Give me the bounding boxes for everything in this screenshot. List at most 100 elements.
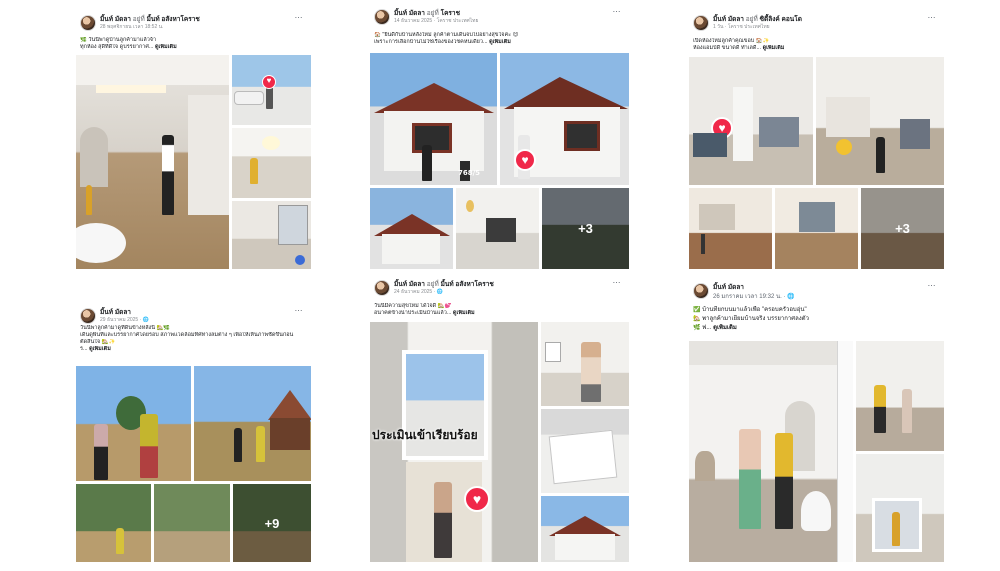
post-header: มิ้นท์ มัดลา อยู่ที่ โคราช 14 ธันวาคม 20… xyxy=(370,5,629,31)
photo-thumb[interactable] xyxy=(370,188,453,269)
photo-thumb[interactable] xyxy=(541,322,629,406)
place-name[interactable]: มิ้นท์ อสังหาโคราช xyxy=(147,16,200,23)
photo-main[interactable] xyxy=(76,366,191,481)
see-more-link[interactable]: ดูเพิ่มเติม xyxy=(713,325,737,331)
more-options-icon[interactable]: ⋯ xyxy=(613,278,622,287)
post-text-line: เปิดห้องใหม่ลูกค้าคุณขอบ 🏠✨ xyxy=(693,38,770,44)
see-more-link[interactable]: ดูเพิ่มเติม xyxy=(763,45,785,51)
photo-thumb[interactable] xyxy=(856,341,944,451)
heart-icon: ♥ xyxy=(514,149,536,171)
more-photos-overlay[interactable]: +3 xyxy=(861,188,944,269)
photo-main[interactable] xyxy=(76,55,229,269)
person-figure xyxy=(876,137,885,173)
post-text-line: อนาคตข้างน่าประเมินบ้านแล้ว... ดูเพิ่มเต… xyxy=(374,310,475,316)
photo-thumb[interactable] xyxy=(816,57,944,185)
person-figure xyxy=(234,428,242,462)
more-photos-overlay[interactable]: +9 xyxy=(233,484,311,562)
person-figure xyxy=(874,385,886,433)
photo-main[interactable]: ♥ xyxy=(689,57,813,185)
post-text-line: ร... ดูเพิ่มเติม xyxy=(80,346,111,352)
post-text-line: เดินดูพื้นที่และบรรยากาศโดยรอบ สภาพแวดล้… xyxy=(80,332,294,338)
at-word: อยู่ที่ xyxy=(426,10,439,17)
post-text-line: ห้องแอมบ์ดี ขนาดดี ทำเลดี... ดูเพิ่มเติม xyxy=(693,45,785,51)
post-text-line: 🏠 "ยินดีกับบ้านหลังใหม่ ลูกค้าตามเดินจบไ… xyxy=(374,32,519,38)
post-card-4: มิ้นท์ มัดลา 29 ธันวาคม 2025 · 🌐 ⋯ วันนี… xyxy=(76,304,311,562)
see-more-link[interactable]: ดูเพิ่มเติม xyxy=(89,346,111,352)
photo-main[interactable]: ♥ ประเมินเข้าเรียบร้อย xyxy=(370,322,538,562)
place-name[interactable]: ซิตี้ลิงค์ คอนโด xyxy=(760,16,802,23)
more-options-icon[interactable]: ⋯ xyxy=(928,13,937,22)
post-text-line: ทุกห้อง สุดีที่ดีใจ ดูบรรยากาศ... ดูเพิ่… xyxy=(80,44,177,50)
post-header: มิ้นท์ มัดลา อยู่ที่ มิ้นท์ อสังหาโคราช … xyxy=(76,11,311,37)
more-options-icon[interactable]: ⋯ xyxy=(613,7,622,16)
more-options-icon[interactable]: ⋯ xyxy=(928,281,937,290)
photo-main[interactable] xyxy=(689,341,853,562)
person-figure xyxy=(581,342,601,402)
post-date[interactable]: 14 ธันวาคม 2025 · โคราช ประเทศไทย xyxy=(394,17,478,25)
photo-main[interactable]: 768/5 xyxy=(370,53,497,185)
author-name[interactable]: มิ้นท์ มัดลา xyxy=(713,284,744,291)
post-card-3: มิ้นท์ มัดลา อยู่ที่ ซิตี้ลิงค์ คอนโด 1 … xyxy=(689,11,944,269)
author-name[interactable]: มิ้นท์ มัดลา xyxy=(394,281,425,288)
person-figure xyxy=(140,414,158,478)
post-text: วันนี้พาลูกค้ามาดูที่ดินข้างหลังนี้ 🏡🌿 เ… xyxy=(80,325,305,353)
person-figure xyxy=(902,389,912,433)
place-name[interactable]: โคราช xyxy=(441,10,460,17)
post-text: 🌿 วันนี้พาดูบ้านลูกค้ามาแล้วจ้า ทุกห้อง … xyxy=(80,37,305,51)
place-name[interactable]: มิ้นท์ อสังหาโคราช xyxy=(441,281,494,288)
photo-thumb[interactable] xyxy=(775,188,858,269)
avatar[interactable] xyxy=(693,283,709,299)
post-text-line: วันนี้พาลูกค้ามาดูที่ดินข้างหลังนี้ 🏡🌿 xyxy=(80,325,171,331)
post-date[interactable]: 1 วัน · โคราช ประเทศไทย xyxy=(713,23,770,31)
photo-thumb[interactable]: +3 xyxy=(542,188,629,269)
photo-thumb[interactable] xyxy=(856,454,944,562)
post-text: 🏠 "ยินดีกับบ้านหลังใหม่ ลูกค้าตามเดินจบไ… xyxy=(374,32,623,46)
more-photos-overlay[interactable]: +3 xyxy=(542,188,629,269)
photo-thumb[interactable] xyxy=(194,366,311,481)
author-name[interactable]: มิ้นท์ มัดลา xyxy=(713,16,744,23)
photo-thumb[interactable]: ♥ xyxy=(500,53,629,185)
person-figure xyxy=(422,145,432,181)
see-more-link[interactable]: ดูเพิ่มเติม xyxy=(489,39,511,45)
photo-thumb[interactable] xyxy=(541,409,629,493)
photo-thumb[interactable] xyxy=(76,484,151,562)
photo-thumb[interactable] xyxy=(154,484,230,562)
author-name[interactable]: มิ้นท์ มัดลา xyxy=(394,10,425,17)
person-figure xyxy=(892,512,900,546)
avatar[interactable] xyxy=(693,15,709,31)
post-card-6: มิ้นท์ มัดลา 26 มกราคม เวลา 19:32 น. · 🌐… xyxy=(689,279,944,562)
photo-thumb[interactable] xyxy=(232,128,311,198)
avatar[interactable] xyxy=(80,15,96,31)
post-card-2: มิ้นท์ มัดลา อยู่ที่ โคราช 14 ธันวาคม 20… xyxy=(370,5,629,269)
post-date[interactable]: 28 พฤศจิกายน เวลา 18:52 น. xyxy=(100,23,163,31)
photo-thumb[interactable]: +3 xyxy=(861,188,944,269)
photo-thumb[interactable] xyxy=(541,496,629,562)
person-figure xyxy=(775,433,793,529)
avatar[interactable] xyxy=(374,280,390,296)
photo-thumb[interactable] xyxy=(689,188,772,269)
see-more-link[interactable]: ดูเพิ่มเติม xyxy=(155,44,177,50)
post-card-1: มิ้นท์ มัดลา อยู่ที่ มิ้นท์ อสังหาโคราช … xyxy=(76,11,311,269)
post-date[interactable]: 26 มกราคม เวลา 19:32 น. · 🌐 xyxy=(713,291,795,301)
avatar[interactable] xyxy=(374,9,390,25)
photo-thumb[interactable]: ♥ xyxy=(232,55,311,125)
house-number-plate: 768/5 xyxy=(458,169,481,177)
avatar[interactable] xyxy=(80,308,96,324)
post-date[interactable]: 29 ธันวาคม 2025 · 🌐 xyxy=(100,316,149,324)
post-date[interactable]: 24 ธันวาคม 2025 · 🌐 xyxy=(394,288,443,296)
author-name[interactable]: มิ้นท์ มัดลา xyxy=(100,16,131,23)
author-name[interactable]: มิ้นท์ มัดลา xyxy=(100,309,131,316)
photo-thumb[interactable]: +9 xyxy=(233,484,311,562)
post-card-5: มิ้นท์ มัดลา อยู่ที่ มิ้นท์ อสังหาโคราช … xyxy=(370,276,629,562)
post-header: มิ้นท์ มัดลา อยู่ที่ ซิตี้ลิงค์ คอนโด 1 … xyxy=(689,11,944,37)
photo-thumb[interactable] xyxy=(456,188,539,269)
see-more-link[interactable]: ดูเพิ่มเติม xyxy=(453,310,475,316)
post-text-line: 🌿 วันนี้พาดูบ้านลูกค้ามาแล้วจ้า xyxy=(80,37,157,43)
at-word: อยู่ที่ xyxy=(745,16,758,23)
more-options-icon[interactable]: ⋯ xyxy=(295,306,304,315)
person-figure xyxy=(250,158,258,184)
post-text: วันนี้มีความสุขใหม่ ได้ใจดี 🏡💕 อนาคตข้าง… xyxy=(374,303,623,317)
photo-thumb[interactable] xyxy=(232,201,311,269)
more-options-icon[interactable]: ⋯ xyxy=(295,13,304,22)
post-header: มิ้นท์ มัดลา 26 มกราคม เวลา 19:32 น. · 🌐… xyxy=(689,279,944,305)
